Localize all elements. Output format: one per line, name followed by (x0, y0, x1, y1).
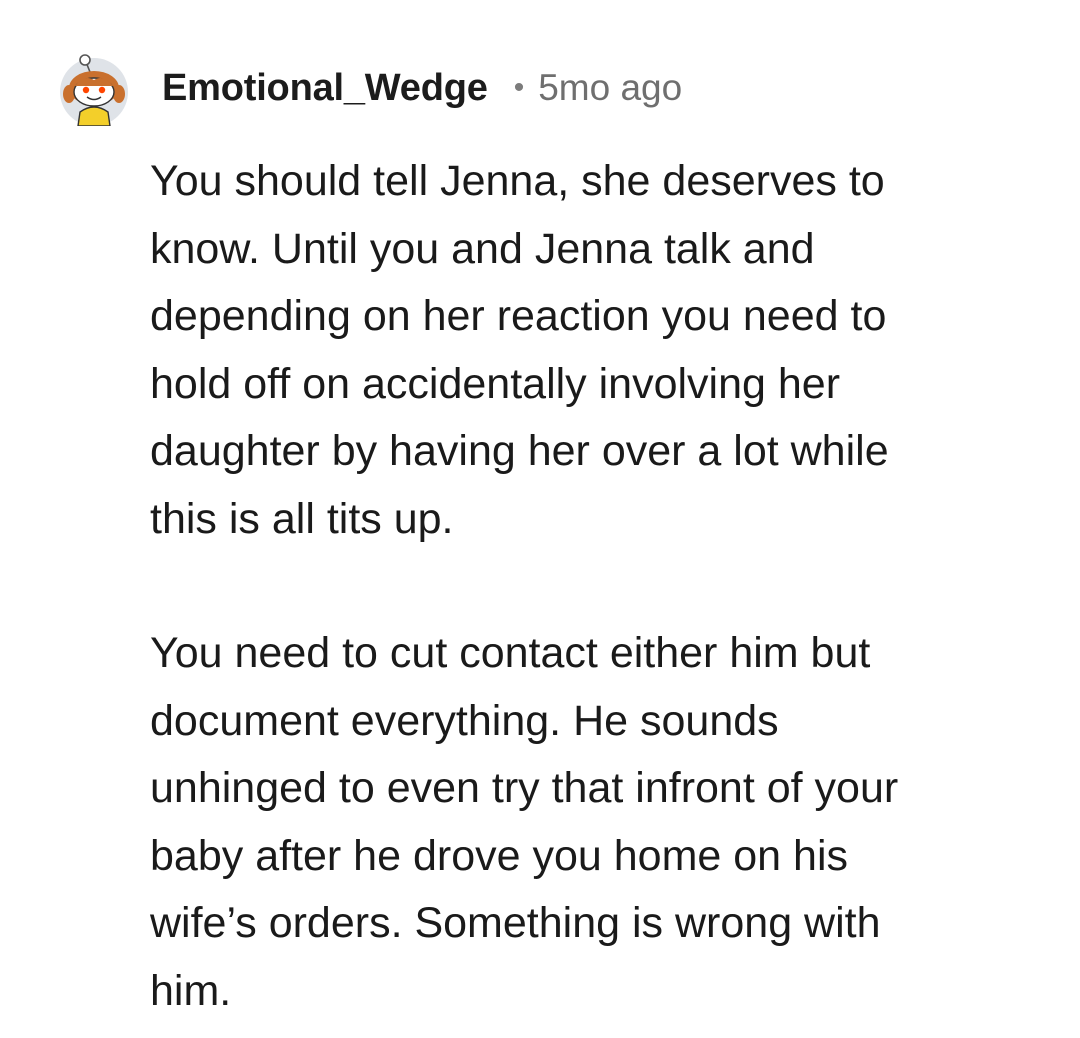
comment-paragraph: You should tell Jenna, she deserves to k… (150, 157, 889, 543)
avatar-graphic (60, 54, 128, 126)
comment-paragraph: You need to cut contact either him but d… (150, 629, 899, 1015)
comment-header: Emotional_Wedge • 5mo ago (56, 40, 682, 136)
comment-body: You should tell Jenna, she deserves to k… (150, 148, 1050, 1025)
meta-separator: • (513, 71, 525, 104)
author-username[interactable]: Emotional_Wedge (162, 67, 488, 110)
reddit-snoo-avatar-icon[interactable] (56, 50, 132, 126)
comment: Emotional_Wedge • 5mo ago You should tel… (0, 0, 1080, 1038)
comment-timestamp[interactable]: 5mo ago (538, 67, 682, 109)
